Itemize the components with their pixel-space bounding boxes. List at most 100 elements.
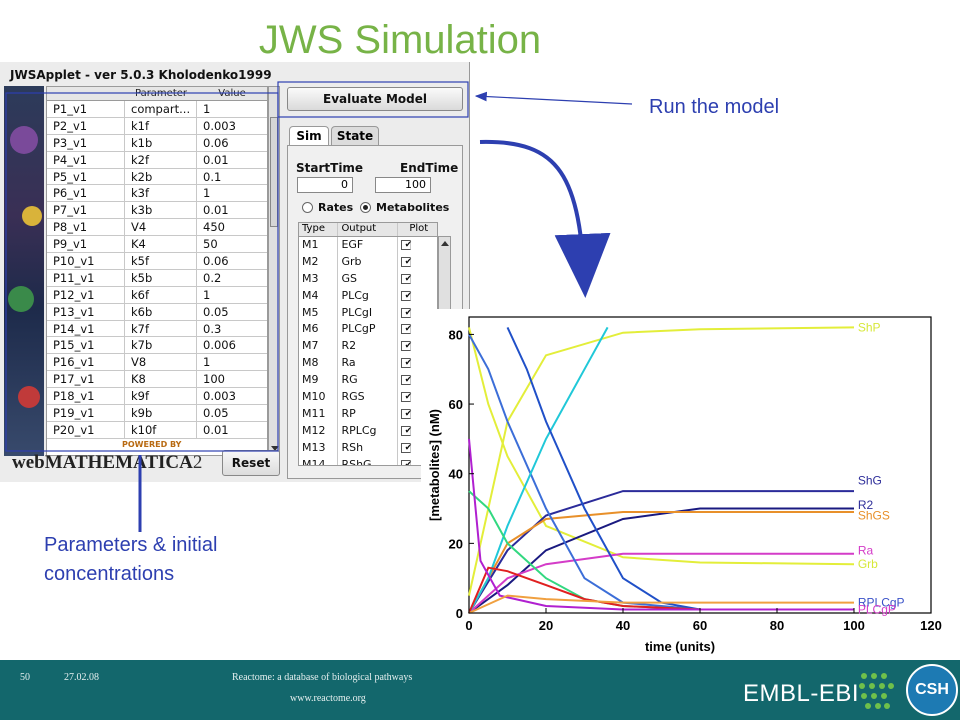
- rates-radio[interactable]: [302, 202, 313, 213]
- parameter-scrollbar[interactable]: [268, 86, 280, 456]
- scroll-thumb[interactable]: [270, 117, 278, 227]
- param-value-cell[interactable]: 1: [197, 287, 267, 303]
- x-tick-label: 20: [539, 618, 553, 633]
- metabolite-output-cell: PLCg: [338, 287, 398, 305]
- list-item[interactable]: M11 RP ✔: [299, 405, 437, 423]
- param-value-cell[interactable]: 1: [197, 185, 267, 201]
- table-row[interactable]: P9_v1 K4 50: [47, 236, 267, 254]
- plot-checkbox[interactable]: ✔: [400, 324, 412, 335]
- param-value-cell[interactable]: 0.06: [197, 135, 267, 151]
- list-item[interactable]: M2 Grb ✔: [299, 253, 437, 271]
- table-row[interactable]: P10_v1 k5f 0.06: [47, 253, 267, 270]
- list-item[interactable]: M1 EGF ✔: [299, 237, 437, 254]
- param-name-cell: k7b: [125, 337, 197, 354]
- table-row[interactable]: P1_v1 compart... 1: [47, 101, 267, 118]
- list-item[interactable]: M4 PLCg ✔: [299, 287, 437, 305]
- table-row[interactable]: P4_v1 k2f 0.01: [47, 151, 267, 169]
- table-row[interactable]: P13_v1 k6b 0.05: [47, 303, 267, 321]
- table-row[interactable]: P8_v1 V4 450: [47, 219, 267, 237]
- evaluate-model-button[interactable]: Evaluate Model: [287, 87, 463, 111]
- param-value-cell[interactable]: 1: [197, 354, 267, 370]
- param-value-cell[interactable]: 0.003: [197, 388, 267, 404]
- plot-checkbox[interactable]: ✔: [400, 375, 412, 386]
- param-value-cell[interactable]: 0.05: [197, 304, 267, 320]
- plot-checkbox[interactable]: ✔: [400, 408, 412, 419]
- reset-button[interactable]: Reset: [222, 450, 280, 476]
- list-item[interactable]: M7 R2 ✔: [299, 338, 437, 356]
- list-item[interactable]: M10 RGS ✔: [299, 389, 437, 406]
- end-label: Grb: [858, 557, 878, 571]
- plot-checkbox[interactable]: ✔: [400, 256, 412, 267]
- table-row[interactable]: P2_v1 k1f 0.003: [47, 117, 267, 135]
- list-item[interactable]: M8 Ra ✔: [299, 355, 437, 373]
- table-row[interactable]: P3_v1 k1b 0.06: [47, 134, 267, 152]
- param-value-cell[interactable]: 0.003: [197, 118, 267, 134]
- params-callout-line2: concentrations: [44, 563, 175, 585]
- param-value-cell[interactable]: 0.006: [197, 337, 267, 353]
- param-value-cell[interactable]: 0.01: [197, 202, 267, 218]
- tab-state[interactable]: State: [331, 126, 379, 146]
- list-item[interactable]: M3 GS ✔: [299, 270, 437, 288]
- table-row[interactable]: P14_v1 k7f 0.3: [47, 320, 267, 338]
- plot-checkbox-cell[interactable]: ✔: [398, 237, 437, 254]
- end-time-field[interactable]: 100: [375, 177, 431, 193]
- list-item[interactable]: M14 RShG ✔: [299, 456, 437, 465]
- param-value-cell[interactable]: 0.06: [197, 253, 267, 269]
- plot-checkbox[interactable]: ✔: [400, 290, 412, 301]
- table-row[interactable]: P12_v1 k6f 1: [47, 286, 267, 304]
- table-row[interactable]: P18_v1 k9f 0.003: [47, 388, 267, 406]
- param-name-cell: k2f: [125, 151, 197, 168]
- param-id-cell: P9_v1: [47, 236, 125, 253]
- param-value-cell[interactable]: 0.01: [197, 422, 267, 438]
- list-item[interactable]: M6 PLCgP ✔: [299, 321, 437, 339]
- metabolite-type-cell: M7: [299, 338, 339, 356]
- metabolite-output-cell: R2: [338, 338, 398, 356]
- metabolite-output-cell: PLCgP: [338, 321, 398, 339]
- param-value-cell[interactable]: 0.1: [197, 169, 267, 185]
- list-item[interactable]: M9 RG ✔: [299, 372, 437, 390]
- table-row[interactable]: P17_v1 K8 100: [47, 371, 267, 389]
- param-id-cell: P11_v1: [47, 269, 125, 286]
- param-name-cell: k10f: [125, 421, 197, 438]
- param-value-cell[interactable]: 1: [197, 101, 267, 117]
- param-value-cell[interactable]: 0.2: [197, 270, 267, 286]
- list-item[interactable]: M13 RSh ✔: [299, 439, 437, 457]
- tab-sim[interactable]: Sim: [289, 126, 329, 146]
- param-id-cell: P3_v1: [47, 134, 125, 151]
- param-value-cell[interactable]: 450: [197, 219, 267, 235]
- table-row[interactable]: P20_v1 k10f 0.01: [47, 421, 267, 439]
- metabolite-table[interactable]: Type Output Plot M1 EGF ✔ M2 Grb ✔ M3 GS ✔ M4 PLCg…: [298, 222, 438, 466]
- param-value-cell[interactable]: 100: [197, 371, 267, 387]
- table-row[interactable]: P5_v1 k2b 0.1: [47, 168, 267, 186]
- param-value-cell[interactable]: 0.3: [197, 321, 267, 337]
- table-row[interactable]: P11_v1 k5b 0.2: [47, 269, 267, 287]
- plot-checkbox[interactable]: ✔: [400, 240, 412, 250]
- param-id-cell: P1_v1: [47, 101, 125, 117]
- plot-checkbox[interactable]: ✔: [400, 425, 412, 436]
- table-row[interactable]: P15_v1 k7b 0.006: [47, 337, 267, 355]
- plot-checkbox[interactable]: ✔: [400, 442, 412, 453]
- list-item[interactable]: M12 RPLCg ✔: [299, 422, 437, 440]
- table-row[interactable]: P19_v1 k9b 0.05: [47, 405, 267, 422]
- plot-checkbox[interactable]: ✔: [400, 273, 412, 284]
- plot-checkbox-cell[interactable]: ✔: [398, 254, 437, 271]
- list-item[interactable]: M5 PLCgI ✔: [299, 304, 437, 322]
- param-value-cell[interactable]: 0.01: [197, 152, 267, 168]
- plot-checkbox[interactable]: ✔: [400, 307, 412, 318]
- start-time-field[interactable]: 0: [297, 177, 353, 193]
- plot-checkbox[interactable]: ✔: [400, 459, 412, 465]
- table-row[interactable]: P7_v1 k3b 0.01: [47, 202, 267, 220]
- plot-checkbox[interactable]: ✔: [400, 341, 412, 352]
- scroll-up-icon[interactable]: [441, 241, 449, 246]
- metabolites-radio[interactable]: [360, 202, 371, 213]
- parameter-table[interactable]: Parameter Value P1_v1 compart... 1 P2_v1 k1f…: [46, 86, 268, 456]
- plot-checkbox-cell[interactable]: ✔: [398, 288, 437, 305]
- plot-checkbox[interactable]: ✔: [400, 392, 412, 403]
- plot-checkbox[interactable]: ✔: [400, 358, 412, 369]
- table-row[interactable]: P6_v1 k3f 1: [47, 185, 267, 203]
- plot-checkbox-cell[interactable]: ✔: [398, 271, 437, 288]
- table-row[interactable]: P16_v1 V8 1: [47, 354, 267, 372]
- applet-title: JWSApplet - ver 5.0.3 Kholodenko1999: [10, 68, 272, 82]
- param-value-cell[interactable]: 0.05: [197, 405, 267, 421]
- param-value-cell[interactable]: 50: [197, 236, 267, 252]
